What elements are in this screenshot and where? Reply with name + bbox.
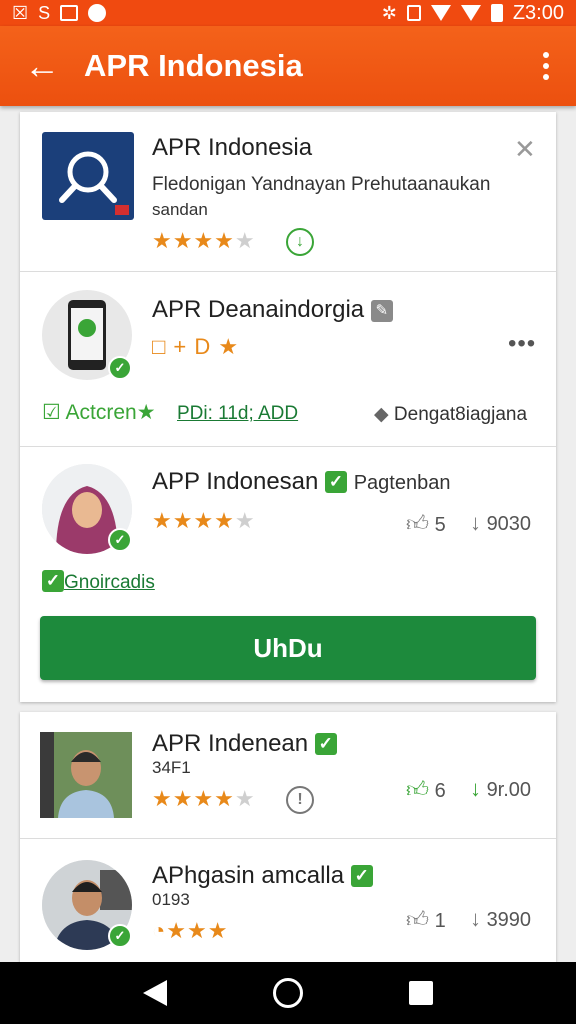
verified-badge-icon: ✓ xyxy=(108,356,132,380)
app-name: APhgasin amcalla ✓ xyxy=(152,862,373,890)
install-button[interactable]: UhDu xyxy=(40,616,536,680)
overflow-menu-icon[interactable] xyxy=(516,26,576,106)
thumbs-up-icon: 👍︎ xyxy=(406,777,429,802)
divider xyxy=(20,446,556,447)
vibrate-icon xyxy=(406,5,421,21)
sync-icon xyxy=(88,4,107,22)
arrow-down-icon: ↓ xyxy=(470,776,481,801)
results-card: APR Indenean ✓ 34F1 ★★★★★ ! 👍︎ 6 ↓ 9r.00… xyxy=(20,712,556,972)
detail-link[interactable]: PDi: 11d; ADD xyxy=(177,403,298,425)
like-count[interactable]: 👍︎ 1 xyxy=(406,906,446,933)
verified-badge-icon: ✓ xyxy=(108,528,132,552)
avatar xyxy=(40,732,132,818)
like-count[interactable]: 👍︎ 5 xyxy=(406,510,446,537)
clock: Z3:00 xyxy=(512,1,564,24)
results-card: APR Indonesia Fledonigan Yandnayan Prehu… xyxy=(20,112,556,702)
person-photo-icon xyxy=(40,732,132,818)
tag-link[interactable]: ✓ Gnoircadis xyxy=(42,570,155,594)
nav-recents-icon[interactable] xyxy=(409,981,433,1005)
notification-icon: ☒ xyxy=(12,2,29,23)
close-icon[interactable]: ✕ xyxy=(514,134,536,165)
star-rating: ★★★★★ xyxy=(152,786,256,811)
edit-icon: ✎ xyxy=(370,300,393,322)
thumbs-up-icon: 👍︎ xyxy=(406,907,429,932)
app-name: APR Indenean ✓ xyxy=(152,730,337,758)
app-icon xyxy=(42,132,134,220)
action-label[interactable]: ☑ Actcren★ xyxy=(42,400,156,425)
battery-icon xyxy=(490,4,503,22)
arrow-down-icon: ↓ xyxy=(470,510,481,535)
app-subtitle: 34F1 xyxy=(152,758,191,777)
verified-icon: ✓ xyxy=(350,865,373,887)
feature-row: □ + D ★ xyxy=(152,334,240,359)
wifi-icon xyxy=(430,5,451,21)
page-title: APR Indonesia xyxy=(84,48,303,83)
check-icon: ☑ xyxy=(42,401,61,424)
star-rating: ★★★★★ xyxy=(152,228,256,253)
bluetooth-icon: ✲ xyxy=(381,2,397,23)
nav-home-icon[interactable] xyxy=(273,978,303,1008)
check-icon: ✓ xyxy=(42,570,64,592)
arrow-down-icon: ↓ xyxy=(470,906,481,931)
app-name: APR Deanaindorgia ✎ xyxy=(152,296,393,324)
more-horiz-icon[interactable]: ••• xyxy=(508,330,536,358)
app-bar: ← APR Indonesia xyxy=(0,26,576,106)
search-icon xyxy=(59,151,129,215)
category-label: ◆ Dengat8iagjana xyxy=(374,404,528,425)
app-name: APP Indonesan ✓ Pagtenban xyxy=(152,468,451,495)
divider xyxy=(20,838,556,839)
verified-badge-icon: ✓ xyxy=(108,924,132,948)
signal-icon xyxy=(460,5,481,21)
star-rating: ◔★★★ xyxy=(152,918,229,943)
back-arrow-icon[interactable]: ← xyxy=(0,26,84,106)
thumbs-up-icon: 👍︎ xyxy=(406,511,429,536)
verified-icon: ✓ xyxy=(325,471,348,493)
dislike-count[interactable]: ↓ 3990 xyxy=(470,906,531,932)
divider xyxy=(20,271,556,272)
verified-icon: ✓ xyxy=(314,733,337,755)
app-subtitle: 0193 xyxy=(152,890,190,909)
nav-back-icon[interactable] xyxy=(143,980,167,1006)
download-circle-icon[interactable]: ↓ xyxy=(286,228,314,256)
status-left-text: S xyxy=(38,2,51,23)
diamond-icon: ◆ xyxy=(374,404,389,425)
dislike-count[interactable]: ↓ 9r.00 xyxy=(470,776,531,802)
star-rating: ★★★★★ xyxy=(152,508,256,533)
app-description: Fledonigan Yandnayan Prehutaanaukan xyxy=(152,174,491,195)
app-description-2: sandan xyxy=(152,200,208,219)
app-name: APR Indonesia xyxy=(152,134,313,161)
system-nav-bar xyxy=(0,962,576,1024)
status-bar: ☒ S ✲ Z3:00 xyxy=(0,0,576,26)
image-icon xyxy=(60,5,79,21)
dislike-count[interactable]: ↓ 9030 xyxy=(470,510,531,536)
info-circle-icon[interactable]: ! xyxy=(286,786,314,814)
like-count[interactable]: 👍︎ 6 xyxy=(406,776,446,803)
